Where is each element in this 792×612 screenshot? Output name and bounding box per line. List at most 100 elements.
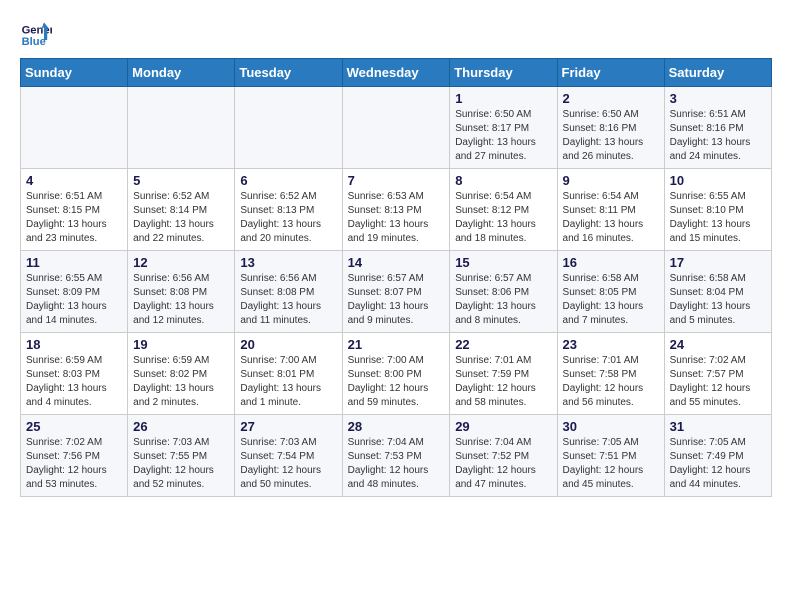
day-info: Sunrise: 7:05 AM Sunset: 7:49 PM Dayligh… xyxy=(670,436,766,492)
day-info: Sunrise: 6:52 AM Sunset: 8:14 PM Dayligh… xyxy=(133,190,229,246)
day-info: Sunrise: 7:04 AM Sunset: 7:53 PM Dayligh… xyxy=(348,436,445,492)
calendar-cell: 23 Sunrise: 7:01 AM Sunset: 7:58 PM Dayli… xyxy=(557,333,664,415)
day-number: 5 xyxy=(133,173,229,188)
day-info: Sunrise: 7:00 AM Sunset: 8:00 PM Dayligh… xyxy=(348,354,445,410)
day-info: Sunrise: 7:02 AM Sunset: 7:56 PM Dayligh… xyxy=(26,436,122,492)
calendar-cell: 24Sunrise: 7:02 AM Sunset: 7:57 PM Dayli… xyxy=(664,333,771,415)
day-info: Sunrise: 7:04 AM Sunset: 7:52 PM Dayligh… xyxy=(455,436,551,492)
day-number: 18 xyxy=(26,337,122,352)
calendar-cell: 11 Sunrise: 6:55 AM Sunset: 8:09 PM Dayli… xyxy=(21,251,128,333)
calendar-cell: 10 Sunrise: 6:55 AM Sunset: 8:10 PM Dayli… xyxy=(664,169,771,251)
day-number: 22 xyxy=(455,337,551,352)
calendar-cell: 16 Sunrise: 6:58 AM Sunset: 8:05 PM Dayli… xyxy=(557,251,664,333)
day-info: Sunrise: 6:59 AM Sunset: 8:02 PM Dayligh… xyxy=(133,354,229,410)
day-number: 4 xyxy=(26,173,122,188)
calendar-cell: 22 Sunrise: 7:01 AM Sunset: 7:59 PM Dayli… xyxy=(450,333,557,415)
day-info: Sunrise: 6:55 AM Sunset: 8:10 PM Dayligh… xyxy=(670,190,766,246)
day-info: Sunrise: 6:54 AM Sunset: 8:12 PM Dayligh… xyxy=(455,190,551,246)
day-info: Sunrise: 7:00 AM Sunset: 8:01 PM Dayligh… xyxy=(240,354,336,410)
calendar-cell: 27Sunrise: 7:03 AM Sunset: 7:54 PM Dayli… xyxy=(235,415,342,497)
day-info: Sunrise: 6:53 AM Sunset: 8:13 PM Dayligh… xyxy=(348,190,445,246)
col-header-tuesday: Tuesday xyxy=(235,59,342,87)
calendar-cell: 21Sunrise: 7:00 AM Sunset: 8:00 PM Dayli… xyxy=(342,333,450,415)
day-number: 31 xyxy=(670,419,766,434)
calendar-cell: 6 Sunrise: 6:52 AM Sunset: 8:13 PM Daylig… xyxy=(235,169,342,251)
calendar-week-5: 25Sunrise: 7:02 AM Sunset: 7:56 PM Dayli… xyxy=(21,415,772,497)
day-info: Sunrise: 6:58 AM Sunset: 8:04 PM Dayligh… xyxy=(670,272,766,328)
day-number: 2 xyxy=(563,91,659,106)
day-info: Sunrise: 6:54 AM Sunset: 8:11 PM Dayligh… xyxy=(563,190,659,246)
calendar-cell: 9 Sunrise: 6:54 AM Sunset: 8:11 PM Daylig… xyxy=(557,169,664,251)
day-info: Sunrise: 7:02 AM Sunset: 7:57 PM Dayligh… xyxy=(670,354,766,410)
day-info: Sunrise: 6:50 AM Sunset: 8:17 PM Dayligh… xyxy=(455,108,551,164)
calendar-week-4: 18Sunrise: 6:59 AM Sunset: 8:03 PM Dayli… xyxy=(21,333,772,415)
calendar-cell: 1 Sunrise: 6:50 AM Sunset: 8:17 PM Daylig… xyxy=(450,87,557,169)
calendar-cell: 19 Sunrise: 6:59 AM Sunset: 8:02 PM Dayli… xyxy=(128,333,235,415)
day-number: 6 xyxy=(240,173,336,188)
day-info: Sunrise: 6:50 AM Sunset: 8:16 PM Dayligh… xyxy=(563,108,659,164)
header-row: SundayMondayTuesdayWednesdayThursdayFrid… xyxy=(21,59,772,87)
day-number: 30 xyxy=(563,419,659,434)
day-number: 3 xyxy=(670,91,766,106)
svg-text:General: General xyxy=(22,25,52,37)
day-number: 20 xyxy=(240,337,336,352)
day-info: Sunrise: 7:01 AM Sunset: 7:58 PM Dayligh… xyxy=(563,354,659,410)
day-number: 17 xyxy=(670,255,766,270)
svg-text:Blue: Blue xyxy=(22,36,46,48)
day-info: Sunrise: 6:52 AM Sunset: 8:13 PM Dayligh… xyxy=(240,190,336,246)
day-number: 19 xyxy=(133,337,229,352)
calendar-week-1: 1 Sunrise: 6:50 AM Sunset: 8:17 PM Daylig… xyxy=(21,87,772,169)
col-header-thursday: Thursday xyxy=(450,59,557,87)
calendar-cell: 3 Sunrise: 6:51 AM Sunset: 8:16 PM Daylig… xyxy=(664,87,771,169)
day-info: Sunrise: 7:05 AM Sunset: 7:51 PM Dayligh… xyxy=(563,436,659,492)
logo: General Blue xyxy=(20,16,56,48)
calendar-cell: 25Sunrise: 7:02 AM Sunset: 7:56 PM Dayli… xyxy=(21,415,128,497)
day-number: 26 xyxy=(133,419,229,434)
calendar-cell: 18Sunrise: 6:59 AM Sunset: 8:03 PM Dayli… xyxy=(21,333,128,415)
page-header: General Blue xyxy=(20,16,772,48)
calendar-cell: 13 Sunrise: 6:56 AM Sunset: 8:08 PM Dayli… xyxy=(235,251,342,333)
logo-icon: General Blue xyxy=(20,16,52,48)
day-number: 10 xyxy=(670,173,766,188)
calendar-cell: 28 Sunrise: 7:04 AM Sunset: 7:53 PM Dayli… xyxy=(342,415,450,497)
day-number: 13 xyxy=(240,255,336,270)
calendar-cell: 15Sunrise: 6:57 AM Sunset: 8:06 PM Dayli… xyxy=(450,251,557,333)
col-header-wednesday: Wednesday xyxy=(342,59,450,87)
day-number: 12 xyxy=(133,255,229,270)
day-info: Sunrise: 7:03 AM Sunset: 7:55 PM Dayligh… xyxy=(133,436,229,492)
day-info: Sunrise: 6:56 AM Sunset: 8:08 PM Dayligh… xyxy=(133,272,229,328)
col-header-monday: Monday xyxy=(128,59,235,87)
day-info: Sunrise: 6:55 AM Sunset: 8:09 PM Dayligh… xyxy=(26,272,122,328)
col-header-sunday: Sunday xyxy=(21,59,128,87)
calendar-cell xyxy=(128,87,235,169)
calendar-cell: 12 Sunrise: 6:56 AM Sunset: 8:08 PM Dayli… xyxy=(128,251,235,333)
day-number: 15 xyxy=(455,255,551,270)
calendar-cell: 2 Sunrise: 6:50 AM Sunset: 8:16 PM Daylig… xyxy=(557,87,664,169)
calendar-cell xyxy=(342,87,450,169)
calendar-cell: 26 Sunrise: 7:03 AM Sunset: 7:55 PM Dayli… xyxy=(128,415,235,497)
day-info: Sunrise: 6:51 AM Sunset: 8:16 PM Dayligh… xyxy=(670,108,766,164)
day-number: 1 xyxy=(455,91,551,106)
day-info: Sunrise: 7:01 AM Sunset: 7:59 PM Dayligh… xyxy=(455,354,551,410)
day-info: Sunrise: 6:56 AM Sunset: 8:08 PM Dayligh… xyxy=(240,272,336,328)
calendar-cell: 29 Sunrise: 7:04 AM Sunset: 7:52 PM Dayli… xyxy=(450,415,557,497)
calendar-week-2: 4Sunrise: 6:51 AM Sunset: 8:15 PM Daylig… xyxy=(21,169,772,251)
day-info: Sunrise: 6:58 AM Sunset: 8:05 PM Dayligh… xyxy=(563,272,659,328)
day-number: 14 xyxy=(348,255,445,270)
calendar-cell: 7 Sunrise: 6:53 AM Sunset: 8:13 PM Daylig… xyxy=(342,169,450,251)
day-number: 23 xyxy=(563,337,659,352)
day-number: 29 xyxy=(455,419,551,434)
day-number: 28 xyxy=(348,419,445,434)
day-number: 9 xyxy=(563,173,659,188)
day-number: 8 xyxy=(455,173,551,188)
day-info: Sunrise: 7:03 AM Sunset: 7:54 PM Dayligh… xyxy=(240,436,336,492)
day-number: 16 xyxy=(563,255,659,270)
calendar-cell xyxy=(235,87,342,169)
col-header-friday: Friday xyxy=(557,59,664,87)
day-number: 7 xyxy=(348,173,445,188)
col-header-saturday: Saturday xyxy=(664,59,771,87)
calendar-cell: 17 Sunrise: 6:58 AM Sunset: 8:04 PM Dayli… xyxy=(664,251,771,333)
calendar-cell: 14Sunrise: 6:57 AM Sunset: 8:07 PM Dayli… xyxy=(342,251,450,333)
calendar-week-3: 11 Sunrise: 6:55 AM Sunset: 8:09 PM Dayli… xyxy=(21,251,772,333)
day-number: 11 xyxy=(26,255,122,270)
